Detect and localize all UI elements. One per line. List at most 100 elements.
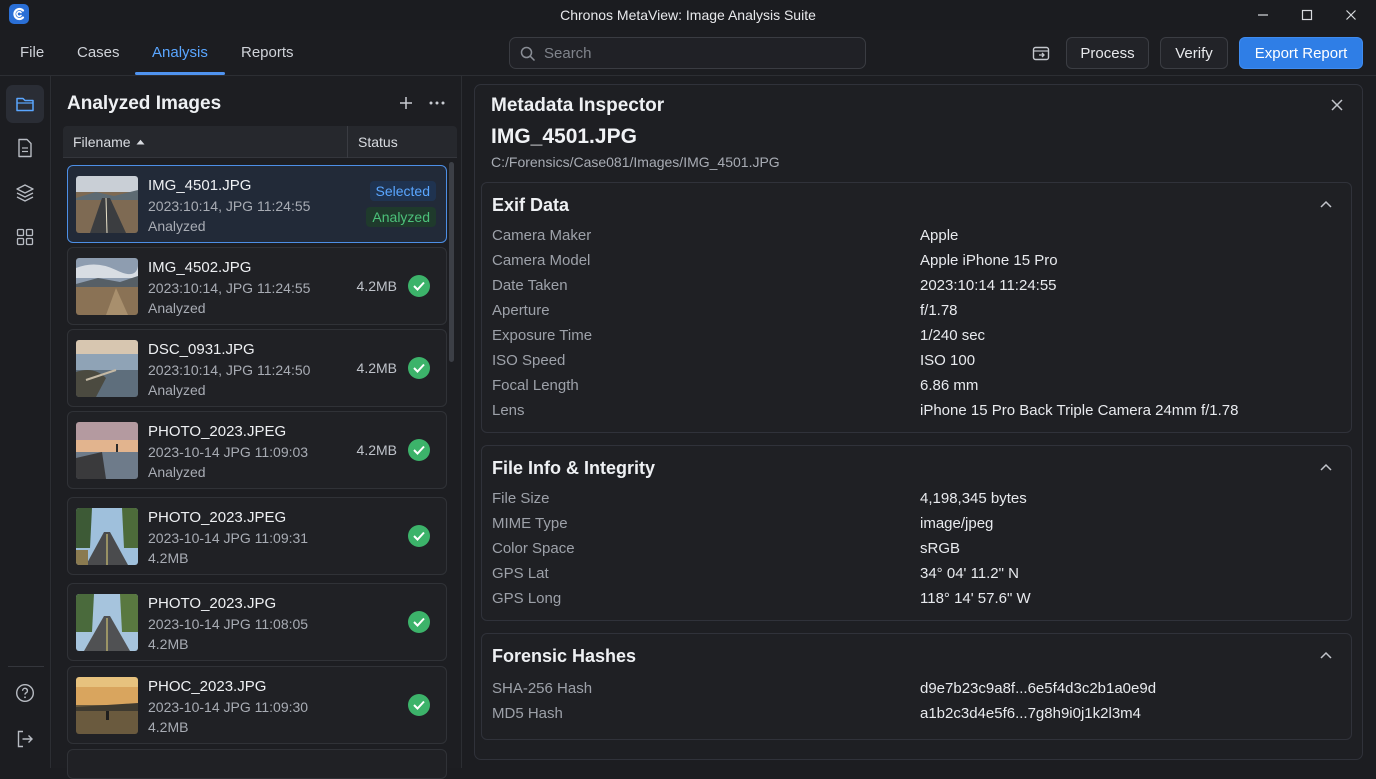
rail-divider	[8, 666, 44, 667]
image-thumbnail	[76, 508, 138, 565]
row-status-text: Analyzed	[148, 464, 206, 480]
rail-dashboard-button[interactable]	[6, 218, 44, 256]
exif-value: 6.86 mm	[920, 377, 979, 394]
fileinfo-key: GPS Long	[492, 590, 562, 607]
row-filename: IMG_4501.JPG	[148, 177, 252, 194]
image-thumbnail	[76, 594, 138, 651]
inspector-title: Metadata Inspector	[491, 95, 665, 116]
image-thumbnail	[76, 258, 138, 315]
menu-reports[interactable]: Reports	[241, 44, 294, 61]
image-row[interactable]: PHOTO_2023.JPG 2023-10-14 JPG 11:08:05 4…	[67, 583, 447, 661]
image-thumbnail	[76, 677, 138, 734]
inspector-file-path: C:/Forensics/Case081/Images/IMG_4501.JPG	[491, 154, 780, 170]
close-icon	[1346, 10, 1356, 20]
row-size: 4.2MB	[356, 442, 397, 458]
export-report-button[interactable]: Export Report	[1239, 37, 1363, 69]
forensic-hashes-section: Forensic Hashes SHA-256 Hash d9e7b23c9a8…	[481, 633, 1352, 740]
title-bar: Chronos MetaView: Image Analysis Suite	[0, 0, 1376, 30]
exif-value: 1/240 sec	[920, 327, 986, 344]
row-status-text: Analyzed	[148, 218, 206, 234]
import-button[interactable]	[1027, 39, 1055, 67]
image-row[interactable]: PHOTO_2023.JPEG 2023-10-14 JPG 11:09:31 …	[67, 497, 447, 575]
check-icon	[408, 525, 430, 547]
close-inspector-icon[interactable]	[1328, 96, 1346, 114]
row-date: 2023-10-14 JPG 11:08:05	[148, 616, 309, 632]
row-filename: DSC_0931.JPG	[148, 341, 255, 358]
image-row[interactable]: PHOTO_2023.JPEG 2023-10-14 JPG 11:09:03 …	[67, 411, 447, 489]
exif-key: Camera Model	[492, 252, 591, 269]
exif-key: Aperture	[492, 302, 550, 319]
image-thumbnail	[76, 422, 138, 479]
add-icon[interactable]	[399, 96, 413, 110]
row-date: 2023-10-14 JPG 11:09:31	[148, 530, 309, 546]
check-icon	[408, 357, 430, 379]
chevron-up-icon[interactable]	[1319, 650, 1333, 660]
image-row[interactable]: IMG_4502.JPG 2023:10:14, JPG 11:24:55 An…	[67, 247, 447, 325]
search-input[interactable]: Search	[509, 37, 866, 69]
exif-value: 2023:10:14 11:24:55	[920, 277, 1057, 294]
window-title: Chronos MetaView: Image Analysis Suite	[560, 7, 816, 23]
check-icon	[408, 611, 430, 633]
menu-analysis[interactable]: Analysis	[152, 44, 208, 61]
panel-title: Analyzed Images	[67, 93, 222, 114]
rail-folders-button[interactable]	[6, 85, 44, 123]
image-row-selected[interactable]: IMG_4501.JPG 2023:10:14, JPG 11:24:55 An…	[67, 165, 447, 243]
image-thumbnail	[76, 340, 138, 397]
menu-bar: File Cases Analysis Reports Search Proce…	[0, 30, 1376, 76]
fileinfo-key: Color Space	[492, 540, 575, 557]
analyzed-badge: Analyzed	[366, 207, 436, 227]
menu-cases[interactable]: Cases	[77, 44, 120, 61]
row-filename: PHOTO_2023.JPEG	[148, 423, 287, 440]
import-icon	[1032, 46, 1050, 61]
row-filename: PHOTO_2023.JPEG	[148, 509, 287, 526]
image-row-partial[interactable]	[67, 749, 447, 779]
table-header: Filename Status	[63, 126, 457, 158]
column-filename[interactable]: Filename	[73, 134, 131, 150]
maximize-icon	[1301, 9, 1313, 21]
fileinfo-value: image/jpeg	[920, 515, 994, 532]
minimize-icon	[1258, 14, 1268, 16]
rail-layers-button[interactable]	[6, 174, 44, 212]
help-icon	[15, 683, 35, 703]
search-icon	[520, 46, 536, 62]
list-scrollbar[interactable]	[449, 162, 454, 362]
row-date: 2023-10-14 JPG 11:09:03	[148, 444, 309, 460]
metadata-inspector: Metadata Inspector IMG_4501.JPG C:/Foren…	[474, 84, 1363, 760]
minimize-button[interactable]	[1240, 0, 1286, 30]
process-button[interactable]: Process	[1066, 37, 1149, 69]
hash-value: a1b2c3d4e5f6...7g8h9i0j1k2l3m4	[920, 705, 1142, 722]
rail-documents-button[interactable]	[6, 129, 44, 167]
logout-icon	[17, 730, 33, 748]
verify-button[interactable]: Verify	[1160, 37, 1228, 69]
sort-ascending-icon[interactable]	[136, 139, 145, 145]
check-icon	[408, 275, 430, 297]
file-info-section: File Info & Integrity File Size 4,198,34…	[481, 445, 1352, 621]
exif-value: Apple iPhone 15 Pro	[920, 252, 1058, 269]
image-row[interactable]: DSC_0931.JPG 2023:10:14, JPG 11:24:50 An…	[67, 329, 447, 407]
document-icon	[18, 138, 32, 158]
row-status-text: Analyzed	[148, 300, 206, 316]
check-icon	[408, 694, 430, 716]
rail-logout-button[interactable]	[6, 720, 44, 758]
exif-value: iPhone 15 Pro Back Triple Camera 24mm f/…	[920, 402, 1239, 419]
chevron-up-icon[interactable]	[1319, 199, 1333, 209]
row-date: 2023:10:14, JPG 11:24:55	[148, 280, 311, 296]
column-status[interactable]: Status	[358, 134, 398, 150]
exif-key: Focal Length	[492, 377, 579, 394]
image-row[interactable]: PHOC_2023.JPG 2023-10-14 JPG 11:09:30 4.…	[67, 666, 447, 744]
inspector-filename: IMG_4501.JPG	[491, 125, 637, 148]
folder-icon	[16, 97, 34, 112]
column-divider	[347, 126, 348, 158]
maximize-button[interactable]	[1284, 0, 1330, 30]
chevron-up-icon[interactable]	[1319, 462, 1333, 472]
exif-key: Lens	[492, 402, 525, 419]
section-title: Exif Data	[492, 195, 570, 215]
menu-file[interactable]: File	[20, 44, 44, 61]
more-options-icon[interactable]	[429, 101, 445, 105]
exif-key: ISO Speed	[492, 352, 566, 369]
rail-help-button[interactable]	[6, 674, 44, 712]
exif-key: Camera Maker	[492, 227, 592, 244]
exif-value: f/1.78	[920, 302, 958, 319]
close-window-button[interactable]	[1328, 0, 1374, 30]
exif-value: Apple	[920, 227, 959, 244]
